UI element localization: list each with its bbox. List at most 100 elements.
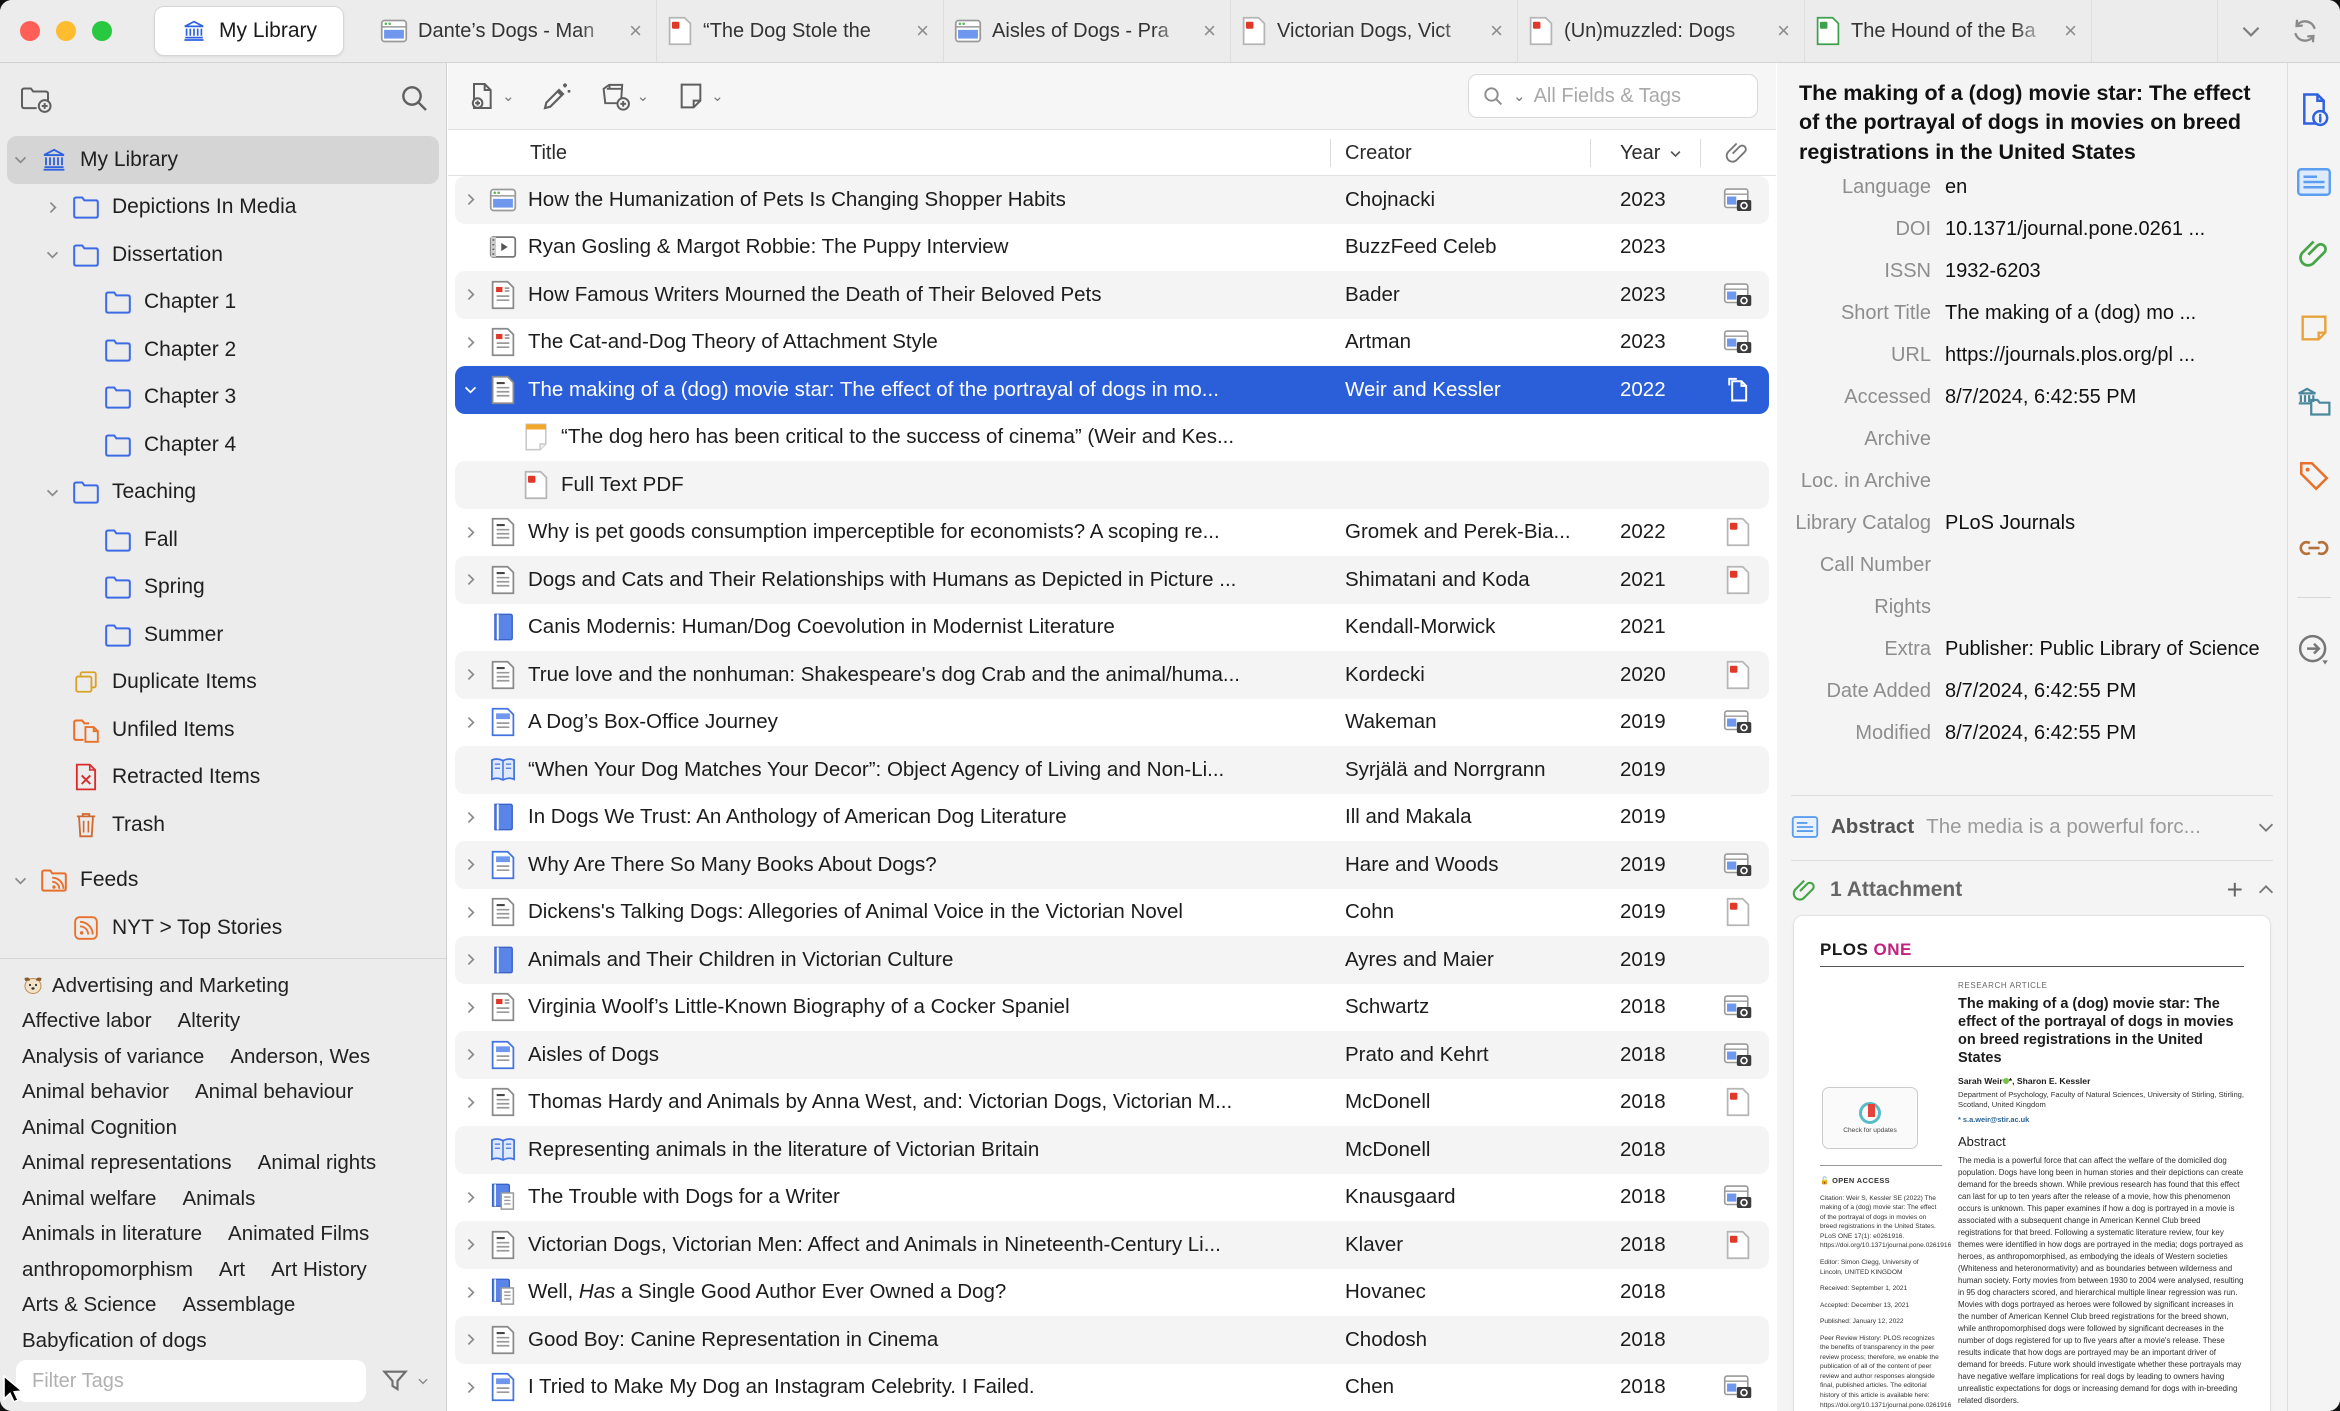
tag[interactable]: Animal representations [22,1151,232,1175]
tag[interactable]: Animal rights [258,1151,377,1175]
new-note-button[interactable]: ⌄ [675,80,724,112]
sidebar-item-unfiled-items[interactable]: Unfiled Items [0,706,446,754]
attachments-tab-icon[interactable] [2297,237,2331,271]
tag[interactable]: Advertising and Marketing [22,974,289,998]
close-tab-icon[interactable]: × [1773,18,1794,44]
chevron-right-icon[interactable] [462,951,488,968]
tab-document[interactable]: Dante’s Dogs - Man × [370,0,658,62]
collapse-attachments-chevron-icon[interactable] [2255,879,2277,901]
item-row[interactable]: A Dog’s Box-Office Journey Wakeman 2019 [448,699,1776,747]
chevron-right-icon[interactable] [462,1046,488,1063]
chevron-down-icon[interactable] [12,151,38,168]
column-attachment[interactable] [1724,130,1750,176]
field-row-short-title[interactable]: Short Title The making of a (dog) mo ... [1777,292,2287,334]
sidebar-item-retracted-items[interactable]: Retracted Items [0,754,446,802]
chevron-right-icon[interactable] [462,1236,488,1253]
chevron-right-icon[interactable] [462,809,488,826]
tag-filter-options-icon[interactable] [380,1366,430,1396]
sidebar-item-feeds[interactable]: Feeds [0,857,446,905]
item-row[interactable]: Why Are There So Many Books About Dogs? … [448,841,1776,889]
item-row[interactable]: “When Your Dog Matches Your Decor”: Obje… [448,746,1776,794]
item-row[interactable]: How the Humanization of Pets Is Changing… [448,176,1776,224]
item-row[interactable]: Thomas Hardy and Animals by Anna West, a… [448,1079,1776,1127]
sidebar-item-dissertation[interactable]: Dissertation [0,231,446,279]
tab-document[interactable]: The Hound of the Ba × [1805,0,2093,62]
chevron-down-icon[interactable] [44,484,70,501]
sidebar-item-teaching[interactable]: Teaching [0,469,446,517]
tag[interactable]: Animal behaviour [195,1080,353,1104]
tag[interactable]: Analysis of variance [22,1045,204,1069]
add-attachment-button[interactable]: ⌄ [599,80,649,112]
item-row[interactable]: Canis Modernis: Human/Dog Coevolution in… [448,604,1776,652]
tag[interactable]: Animated Films [228,1222,369,1246]
item-row[interactable]: Dickens's Talking Dogs: Allegories of An… [448,889,1776,937]
field-row-accessed[interactable]: Accessed 8/7/2024, 6:42:55 PM [1777,376,2287,418]
sidebar-item-fall[interactable]: Fall [0,516,446,564]
item-row[interactable]: In Dogs We Trust: An Anthology of Americ… [448,794,1776,842]
field-row-archive[interactable]: Archive [1777,418,2287,460]
locate-tab-icon[interactable] [2296,632,2332,668]
item-row[interactable]: The Trouble with Dogs for a Writer Knaus… [448,1174,1776,1222]
chevron-right-icon[interactable] [462,1094,488,1111]
chevron-right-icon[interactable] [44,199,70,216]
related-tab-icon[interactable] [2296,533,2332,563]
tag[interactable]: Animal welfare [22,1187,156,1211]
sync-icon[interactable] [2290,16,2320,46]
sidebar-item-chapter-4[interactable]: Chapter 4 [0,421,446,469]
maximize-window-button[interactable] [92,21,112,41]
close-tab-icon[interactable]: × [912,18,933,44]
item-row[interactable]: Representing animals in the literature o… [448,1126,1776,1174]
tag[interactable]: Animals in literature [22,1222,202,1246]
column-title[interactable]: Title [530,130,567,176]
sidebar-item-spring[interactable]: Spring [0,564,446,612]
chevron-right-icon[interactable] [462,714,488,731]
chevron-down-icon[interactable] [12,872,38,889]
chevron-right-icon[interactable] [462,1189,488,1206]
tag-filter-input[interactable] [16,1360,366,1402]
item-row[interactable]: How Famous Writers Mourned the Death of … [448,271,1776,319]
item-row[interactable]: Dogs and Cats and Their Relationships wi… [448,556,1776,604]
chevron-right-icon[interactable] [462,666,488,683]
abstract-tab-icon[interactable] [2296,167,2332,197]
close-tab-icon[interactable]: × [1199,18,1220,44]
tag[interactable]: Babyfication of dogs [22,1329,207,1353]
chevron-right-icon[interactable] [462,856,488,873]
item-row[interactable]: Animals and Their Children in Victorian … [448,936,1776,984]
new-item-button[interactable]: ⌄ [466,80,515,112]
sidebar-item-summer[interactable]: Summer [0,611,446,659]
field-row-loc-in-archive[interactable]: Loc. in Archive [1777,460,2287,502]
sidebar-item-chapter-3[interactable]: Chapter 3 [0,374,446,422]
field-row-library-catalog[interactable]: Library Catalog PLoS Journals [1777,502,2287,544]
sidebar-item-depictions-in-media[interactable]: Depictions In Media [0,184,446,232]
close-window-button[interactable] [20,21,40,41]
item-row[interactable]: Good Boy: Canine Representation in Cinem… [448,1316,1776,1364]
field-row-rights[interactable]: Rights [1777,586,2287,628]
tab-document[interactable]: Victorian Dogs, Vict × [1231,0,1519,62]
info-tab-icon[interactable] [2297,91,2331,127]
chevron-right-icon[interactable] [462,1379,488,1396]
tag[interactable]: Art History [271,1258,367,1282]
field-row-url[interactable]: URL https://journals.plos.org/pl ... [1777,334,2287,376]
minimize-window-button[interactable] [56,21,76,41]
field-row-modified[interactable]: Modified 8/7/2024, 6:42:55 PM [1777,712,2287,754]
item-row[interactable]: Ryan Gosling & Margot Robbie: The Puppy … [448,224,1776,272]
tag[interactable]: Art [219,1258,245,1282]
tag[interactable]: Animals [182,1187,255,1211]
item-row[interactable]: The Cat-and-Dog Theory of Attachment Sty… [448,319,1776,367]
attachment-preview-card[interactable]: PLOS ONE Check for updates 🔓 OPEN ACCESS… [1793,915,2271,1411]
item-row[interactable]: Victorian Dogs, Victorian Men: Affect an… [448,1221,1776,1269]
tab-document[interactable]: “The Dog Stole the × [657,0,945,62]
add-by-identifier-button[interactable] [541,80,573,112]
sidebar-item-trash[interactable]: Trash [0,801,446,849]
chevron-right-icon[interactable] [462,1331,488,1348]
tab-my-library[interactable]: My Library [154,6,345,56]
close-tab-icon[interactable]: × [2060,18,2081,44]
column-year[interactable]: Year [1620,130,1683,176]
tag[interactable]: Animal behavior [22,1080,169,1104]
sidebar-item-duplicate-items[interactable]: Duplicate Items [0,659,446,707]
items-search-field[interactable]: ⌄ All Fields & Tags [1468,74,1758,118]
libraries-collections-tab-icon[interactable] [2296,385,2332,419]
notes-tab-icon[interactable] [2298,311,2330,345]
attachments-section-header[interactable]: 1 Attachment + [1791,869,2277,911]
chevron-right-icon[interactable] [462,904,488,921]
